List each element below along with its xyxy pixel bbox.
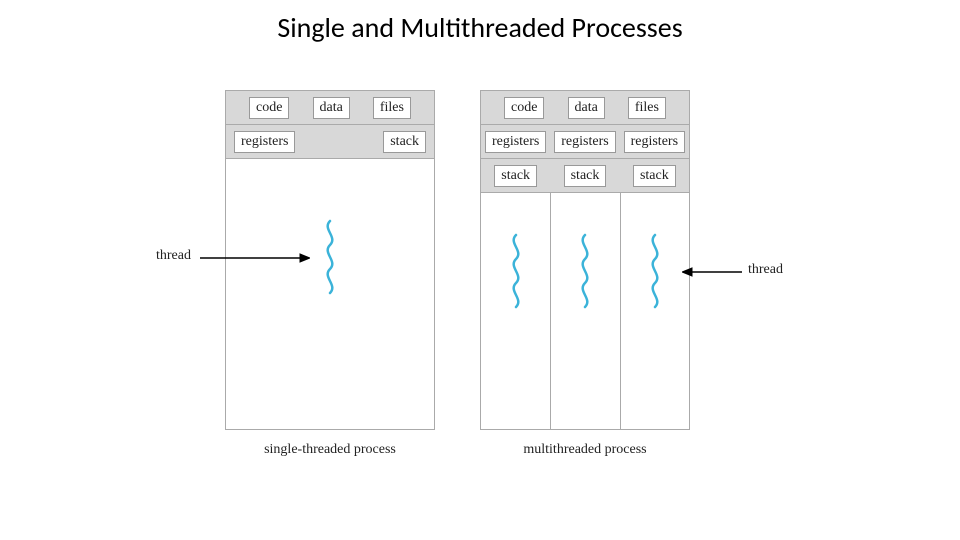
thread-squiggle-icon: [643, 233, 667, 313]
thread-column: [550, 193, 619, 429]
registers-row: registers registers registers: [481, 125, 689, 159]
registers-cell: registers: [234, 131, 295, 153]
stack-row: stack stack stack: [481, 159, 689, 193]
registers-cell: registers: [554, 131, 615, 153]
thread-squiggle-icon: [504, 233, 528, 313]
data-cell: data: [568, 97, 605, 119]
arrow-left-icon: [682, 267, 742, 277]
arrow-right-icon: [200, 253, 310, 263]
thread-column: [481, 193, 550, 429]
thread-area: [481, 193, 689, 429]
multithreaded-panel: code data files registers registers regi…: [480, 90, 690, 430]
caption-multi: multithreaded process: [480, 442, 690, 458]
shared-row: code data files: [481, 91, 689, 125]
stack-cell: stack: [633, 165, 676, 187]
registers-cell: registers: [485, 131, 546, 153]
files-cell: files: [628, 97, 666, 119]
caption-single: single-threaded process: [225, 442, 435, 458]
diagram-canvas: code data files registers stack thread c…: [150, 90, 810, 470]
thread-label-left: thread: [156, 248, 191, 264]
code-cell: code: [504, 97, 544, 119]
thread-squiggle-icon: [573, 233, 597, 313]
registers-cell: registers: [624, 131, 685, 153]
stack-cell: stack: [564, 165, 607, 187]
thread-area: [226, 159, 434, 429]
page-title: Single and Multithreaded Processes: [0, 10, 960, 45]
stack-cell: stack: [494, 165, 537, 187]
thread-label-right: thread: [748, 262, 783, 278]
shared-row: code data files: [226, 91, 434, 125]
files-cell: files: [373, 97, 411, 119]
thread-column: [620, 193, 689, 429]
data-cell: data: [313, 97, 350, 119]
stack-cell: stack: [383, 131, 426, 153]
code-cell: code: [249, 97, 289, 119]
thread-squiggle-icon: [318, 219, 342, 299]
reg-stack-row: registers stack: [226, 125, 434, 159]
